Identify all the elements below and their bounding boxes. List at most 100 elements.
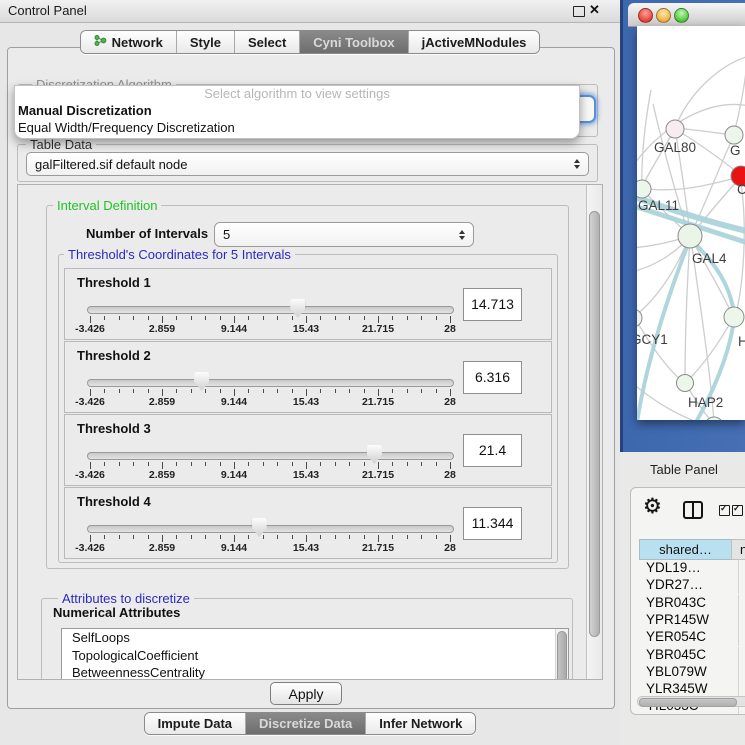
attribute-item-selfloops[interactable]: SelfLoops <box>62 629 568 647</box>
graph-node-ga[interactable] <box>725 126 743 144</box>
threshold-4-slider-thumb[interactable] <box>252 518 267 537</box>
tick-mark <box>176 316 177 320</box>
gear-icon[interactable]: ⚙ <box>643 496 662 517</box>
attributes-list-scrollbar[interactable] <box>555 629 568 680</box>
table-row[interactable]: YBR045CYBR0 <box>639 647 745 664</box>
tick-mark <box>104 462 105 466</box>
tick-mark <box>104 316 105 320</box>
threshold-3-slider-thumb[interactable] <box>367 445 382 464</box>
checkbox-icon[interactable] <box>719 505 730 516</box>
threshold-2-label: Threshold 2 <box>77 348 151 363</box>
tick-mark <box>119 389 120 393</box>
tick-mark <box>104 535 105 539</box>
threshold-panel-4: Threshold 4-3.4262.8599.14415.4321.71528… <box>64 487 552 559</box>
tick-label: 28 <box>425 396 475 408</box>
attributes-group-label: Attributes to discretize <box>58 591 194 606</box>
minimize-traffic-light-icon[interactable] <box>656 8 671 23</box>
algorithm-option-manual[interactable]: Manual Discretization <box>15 102 579 119</box>
cell-shared-name: YBR045C <box>639 647 739 664</box>
tick-label: 28 <box>425 469 475 481</box>
graph-node-hap2[interactable] <box>677 375 694 392</box>
tick-mark <box>133 316 134 320</box>
table-row[interactable]: YBR043CYBR0 <box>639 595 745 612</box>
tick-mark <box>191 389 192 393</box>
threshold-1-value-field[interactable]: 14.713 <box>463 288 522 321</box>
threshold-4-slider-track[interactable] <box>87 525 454 533</box>
tick-label: 21.715 <box>353 323 403 335</box>
table-row[interactable]: YPR145WYPR1 <box>639 612 745 629</box>
tick-mark <box>148 389 149 393</box>
tick-mark <box>320 316 321 320</box>
graph-node-gcy1[interactable] <box>637 309 642 327</box>
node-table-rows: YDL19…YDL1YDR27…YDR2YBR043CYBR0YPR145WYP… <box>639 560 745 714</box>
tab-jactivemnodules[interactable]: jActiveMNodules <box>408 31 540 53</box>
table-row[interactable]: YBL079WYBL0 <box>639 664 745 681</box>
tick-mark <box>162 316 163 323</box>
settings-vertical-scrollbar[interactable] <box>586 185 602 679</box>
numerical-attributes-list[interactable]: SelfLoopsTopologicalCoefficientBetweenne… <box>61 628 569 680</box>
graph-node-gal80[interactable] <box>666 120 684 138</box>
tick-mark <box>119 316 120 320</box>
threshold-3-slider-track[interactable] <box>87 452 454 460</box>
graph-node-gal11[interactable] <box>637 180 651 198</box>
column-header-shared-name[interactable]: shared… <box>639 539 732 560</box>
tick-mark <box>263 389 264 393</box>
tab-cyni-toolbox[interactable]: Cyni Toolbox <box>299 31 407 53</box>
bottom-tab-impute-data[interactable]: Impute Data <box>145 713 245 734</box>
threshold-1-slider-track[interactable] <box>87 306 454 314</box>
number-of-intervals-combobox[interactable]: 5 <box>214 222 474 247</box>
split-columns-icon[interactable] <box>683 501 703 519</box>
tick-mark <box>263 462 264 466</box>
checkbox-icon[interactable] <box>732 505 743 516</box>
table-horizontal-scrollbar[interactable] <box>637 696 745 707</box>
network-window-titlebar <box>628 3 745 27</box>
table-row[interactable]: YDR27…YDR2 <box>639 577 745 594</box>
attributes-list-items: SelfLoopsTopologicalCoefficientBetweenne… <box>62 629 568 680</box>
table-data-combobox[interactable]: galFiltered.sif default node <box>26 152 589 176</box>
tick-mark <box>205 316 206 320</box>
node-label-hap2: HAP2 <box>688 395 723 410</box>
tick-label: 28 <box>425 323 475 335</box>
tab-style[interactable]: Style <box>176 31 234 53</box>
table-row[interactable]: YER054CYER0 <box>639 629 745 646</box>
tick-label: -3.426 <box>65 469 115 481</box>
control-panel-title: Control Panel <box>8 3 87 18</box>
network-canvas[interactable]: GAL80GCGAL11GAL4GCY1HHAP2 <box>637 26 745 420</box>
tick-mark <box>119 535 120 539</box>
bottom-tab-infer-network[interactable]: Infer Network <box>365 713 475 734</box>
threshold-3-value-field[interactable]: 21.4 <box>463 434 522 467</box>
algorithm-option-equal-width[interactable]: Equal Width/Frequency Discretization <box>15 119 579 136</box>
tab-jactivemnodules-label: jActiveMNodules <box>422 35 527 50</box>
threshold-2-value-field[interactable]: 6.316 <box>463 361 522 394</box>
tick-mark <box>248 535 249 539</box>
attribute-item-betweennesscentrality[interactable]: BetweennessCentrality <box>62 664 568 680</box>
apply-button[interactable]: Apply <box>270 682 342 705</box>
tick-mark <box>205 462 206 466</box>
threshold-panel-2: Threshold 2-3.4262.8599.14415.4321.71528… <box>64 341 552 413</box>
table-panel-box: ⚙ shared… na YDL19…YDL1YDR27…YDR2YBR043C… <box>630 487 745 715</box>
tick-mark <box>263 316 264 320</box>
bottom-tab-discretize-data[interactable]: Discretize Data <box>245 713 365 734</box>
tick-mark <box>133 462 134 466</box>
zoom-traffic-light-icon[interactable] <box>674 8 689 23</box>
threshold-4-value-field[interactable]: 11.344 <box>463 507 522 540</box>
threshold-2-slider-track[interactable] <box>87 379 454 387</box>
tab-network[interactable]: Network <box>81 31 176 53</box>
column-header-name[interactable]: na <box>731 539 745 560</box>
algorithm-prompt-option[interactable]: Select algorithm to view settings <box>15 86 579 102</box>
close-icon[interactable]: ✕ <box>589 2 600 18</box>
table-data-label: Table Data <box>26 137 96 152</box>
threshold-2-slider-thumb[interactable] <box>194 372 209 391</box>
attribute-item-topologicalcoefficient[interactable]: TopologicalCoefficient <box>62 647 568 665</box>
float-window-icon[interactable] <box>573 6 585 17</box>
tick-mark <box>436 316 437 320</box>
close-traffic-light-icon[interactable] <box>638 8 653 23</box>
tab-select[interactable]: Select <box>234 31 299 53</box>
graph-node-h[interactable] <box>724 307 744 327</box>
stepper-icon <box>459 230 465 240</box>
graph-node-gal4[interactable] <box>678 224 702 248</box>
table-row[interactable]: YDL19…YDL1 <box>639 560 745 577</box>
number-of-intervals-label: Number of Intervals <box>86 226 208 241</box>
tick-mark <box>421 316 422 320</box>
tick-mark <box>436 462 437 466</box>
